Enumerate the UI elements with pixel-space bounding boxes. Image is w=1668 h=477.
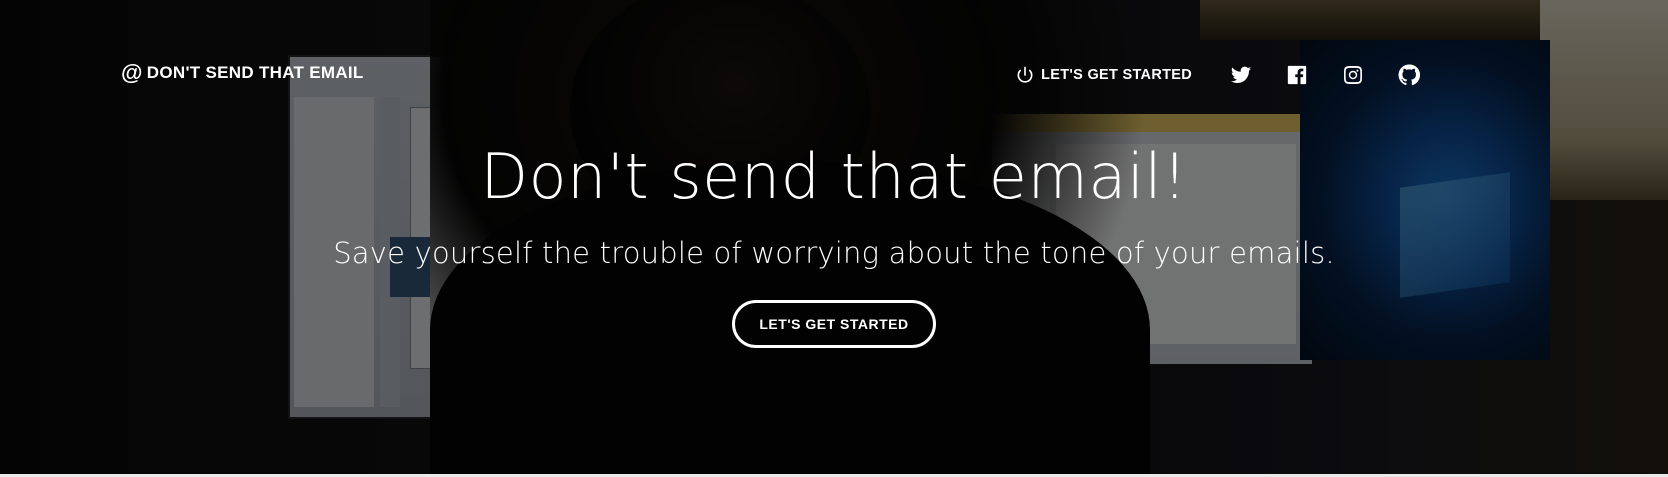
power-icon: [1017, 66, 1033, 83]
top-nav: LET'S GET STARTED: [1015, 64, 1420, 86]
hero-section: @ DON'T SEND THAT EMAIL LET'S GET STARTE…: [0, 0, 1668, 477]
brand-link[interactable]: @ DON'T SEND THAT EMAIL: [121, 62, 364, 84]
get-started-button[interactable]: LET'S GET STARTED: [732, 300, 936, 349]
nav-get-started-link[interactable]: LET'S GET STARTED: [1015, 65, 1192, 85]
github-icon: [1398, 64, 1420, 86]
facebook-icon: [1287, 65, 1307, 85]
hero-subheading: Save yourself the trouble of worrying ab…: [333, 236, 1335, 271]
brand-name: DON'T SEND THAT EMAIL: [146, 63, 364, 82]
github-link[interactable]: [1398, 64, 1420, 86]
social-links: [1230, 64, 1420, 86]
instagram-link[interactable]: [1342, 64, 1364, 86]
hero-headline: Don't send that email!: [480, 140, 1188, 213]
twitter-link[interactable]: [1230, 64, 1252, 86]
nav-get-started-label: LET'S GET STARTED: [1041, 67, 1192, 83]
brand-at-icon: @: [121, 60, 143, 85]
instagram-icon: [1344, 66, 1362, 84]
hero-content: Don't send that email! Save yourself the…: [0, 140, 1668, 349]
twitter-icon: [1230, 66, 1252, 83]
facebook-link[interactable]: [1286, 64, 1308, 86]
